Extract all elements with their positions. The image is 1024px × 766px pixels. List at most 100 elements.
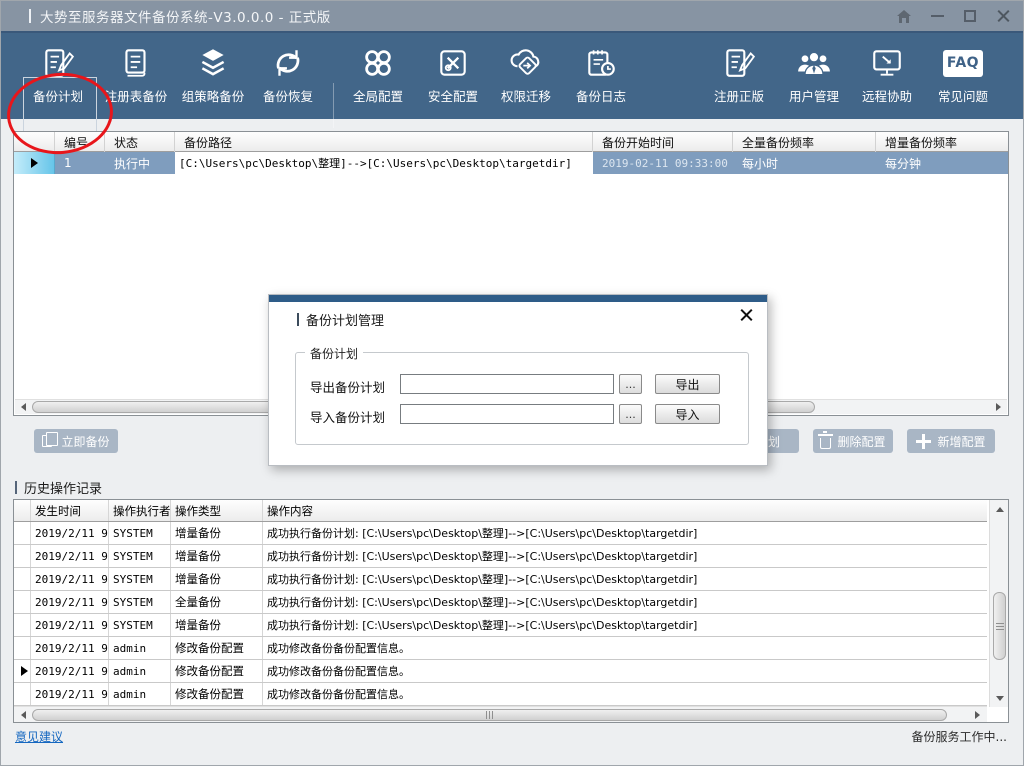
column-header-inc-freq[interactable]: 增量备份频率 [876, 132, 1008, 152]
toolbar-item-faq[interactable]: FAQ 常见问题 [927, 41, 999, 115]
history-row[interactable]: 2019/2/11 9:33 SYSTEM 全量备份 成功执行备份计划: [C:… [14, 591, 987, 614]
column-header-selector [14, 132, 55, 152]
history-header-selector [14, 500, 31, 521]
backup-plan-icon [41, 41, 75, 85]
maximize-icon [964, 10, 976, 22]
groupbox-legend: 备份计划 [305, 345, 363, 362]
history-row[interactable]: 2019/2/11 9:35 SYSTEM 增量备份 成功执行备份计划: [C:… [14, 545, 987, 568]
backup-plan-groupbox [295, 352, 749, 445]
toolbar-item-security-config[interactable]: 安全配置 [417, 41, 489, 115]
history-table: 发生时间 操作执行者 操作类型 操作内容 2019/2/11 9:36 SYST… [13, 499, 1009, 723]
import-plan-input[interactable] [400, 404, 614, 424]
history-row[interactable]: 2019/2/11 9:33 SYSTEM 增量备份 成功执行备份计划: [C:… [14, 614, 987, 637]
history-header-time[interactable]: 发生时间 [31, 500, 109, 521]
column-header-path[interactable]: 备份路径 [175, 132, 593, 152]
history-header-content[interactable]: 操作内容 [263, 500, 986, 521]
vscroll-thumb[interactable] [993, 592, 1006, 660]
scroll-left-icon[interactable] [16, 400, 31, 414]
toolbar-item-backup-log[interactable]: 备份日志 [565, 41, 637, 115]
toolbar-item-register-genuine[interactable]: 注册正版 [703, 41, 775, 115]
column-header-status[interactable]: 状态 [105, 132, 175, 152]
history-row[interactable]: 2019/2/11 9:36 SYSTEM 增量备份 成功执行备份计划: [C:… [14, 522, 987, 545]
column-header-num[interactable]: 编号 [55, 132, 105, 152]
dialog-title-accent-bar [297, 313, 299, 326]
toolbar-label: 注册表备份 [105, 86, 168, 105]
toolbar-item-permission-migration[interactable]: 权限迁移 [490, 41, 562, 115]
toolbar-label: 安全配置 [428, 86, 478, 105]
backup-now-button[interactable]: 立即备份 [34, 429, 118, 453]
export-button[interactable]: 导出 [655, 374, 720, 394]
history-header-actor[interactable]: 操作执行者 [109, 500, 171, 521]
history-row[interactable]: 2019/2/11 9:27 admin 修改备份配置 成功修改备份备份配置信息… [14, 683, 987, 706]
import-plan-label: 导入备份计划 [310, 407, 385, 426]
scroll-right-icon[interactable] [991, 400, 1006, 414]
app-window: 大势至服务器文件备份系统-V3.0.0.0 - 正式版 备份计划 注册表备份 [0, 0, 1024, 766]
close-icon [997, 10, 1010, 23]
hscroll-thumb[interactable] [32, 709, 947, 721]
toolbar-item-remote-assist[interactable]: 远程协助 [851, 41, 923, 115]
import-button[interactable]: 导入 [655, 404, 720, 424]
toolbar-label: 组策略备份 [182, 86, 245, 105]
history-header-type[interactable]: 操作类型 [171, 500, 263, 521]
toolbar-label: 权限迁移 [501, 86, 551, 105]
toolbar-label: 注册正版 [714, 86, 764, 105]
cell-path[interactable]: [C:\Users\pc\Desktop\整理]-->[C:\Users\pc\… [175, 152, 593, 174]
history-row[interactable]: 2019/2/11 9:32 admin 修改备份配置 成功修改备份备份配置信息… [14, 637, 987, 660]
scroll-left-icon[interactable] [16, 708, 31, 722]
window-title: 大势至服务器文件备份系统-V3.0.0.0 - 正式版 [40, 6, 331, 26]
cell-inc-freq: 每分钟 [876, 152, 1008, 174]
register-genuine-icon [722, 41, 756, 85]
history-hscrollbar[interactable] [14, 706, 987, 722]
permission-migration-icon [507, 41, 545, 85]
toolbar-label: 备份计划 [33, 86, 83, 105]
title-accent-bar [29, 9, 31, 23]
toolbar-item-user-management[interactable]: 用户管理 [778, 41, 850, 115]
history-vscrollbar[interactable] [989, 500, 1008, 707]
minimize-icon [931, 15, 944, 17]
column-header-full-freq[interactable]: 全量备份频率 [733, 132, 876, 152]
toolbar: 备份计划 注册表备份 组策略备份 备份恢复 全局配置 [1, 31, 1023, 119]
scroll-right-icon[interactable] [970, 708, 985, 722]
toolbar-item-registry-backup[interactable]: 注册表备份 [100, 41, 172, 115]
toolbar-separator [333, 83, 334, 128]
toolbar-label: 常见问题 [938, 86, 988, 105]
security-config-icon [436, 41, 470, 85]
trash-icon [820, 438, 831, 449]
history-row[interactable]: 2019/2/11 9:34 SYSTEM 增量备份 成功执行备份计划: [C:… [14, 568, 987, 591]
toolbar-item-group-policy-backup[interactable]: 组策略备份 [177, 41, 249, 115]
toolbar-item-backup-plan[interactable]: 备份计划 [22, 41, 94, 115]
close-button[interactable] [995, 8, 1011, 24]
toolbar-item-global-config[interactable]: 全局配置 [342, 41, 414, 115]
faq-icon: FAQ [943, 41, 983, 85]
backup-now-icon [42, 435, 52, 447]
group-policy-backup-icon [195, 41, 231, 85]
export-plan-input[interactable] [400, 374, 614, 394]
dialog-close-icon[interactable] [740, 308, 753, 321]
window-controls [896, 1, 1011, 31]
dialog-title: 备份计划管理 [297, 310, 384, 329]
backup-plan-table-header: 编号 状态 备份路径 备份开始时间 全量备份频率 增量备份频率 [14, 132, 1008, 152]
export-browse-button[interactable]: ... [619, 374, 642, 394]
minimize-button[interactable] [929, 8, 945, 24]
column-header-start[interactable]: 备份开始时间 [593, 132, 733, 152]
add-config-button[interactable]: 新增配置 [907, 429, 995, 453]
maximize-button[interactable] [962, 8, 978, 24]
current-row-arrow-icon [31, 158, 38, 168]
delete-config-button[interactable]: 删除配置 [813, 429, 893, 453]
backup-log-icon [583, 41, 619, 85]
backup-plan-row[interactable]: 1 执行中 [C:\Users\pc\Desktop\整理]-->[C:\Use… [14, 152, 1008, 174]
toolbar-label: 备份日志 [576, 86, 626, 105]
toolbar-label: 远程协助 [862, 86, 912, 105]
plus-icon [916, 434, 931, 449]
remote-assist-icon [869, 41, 905, 85]
cell-status: 执行中 [105, 152, 175, 174]
import-browse-button[interactable]: ... [619, 404, 642, 424]
toolbar-item-backup-restore[interactable]: 备份恢复 [252, 41, 324, 115]
toolbar-label: 备份恢复 [263, 86, 313, 105]
home-icon[interactable] [896, 8, 912, 24]
service-status-text: 备份服务工作中... [912, 728, 1007, 745]
history-row-current[interactable]: 2019/2/11 9:30 admin 修改备份配置 成功修改备份备份配置信息… [14, 660, 987, 683]
scroll-up-icon[interactable] [992, 502, 1007, 516]
scroll-down-icon[interactable] [992, 691, 1007, 705]
feedback-link[interactable]: 意见建议 [15, 728, 63, 745]
